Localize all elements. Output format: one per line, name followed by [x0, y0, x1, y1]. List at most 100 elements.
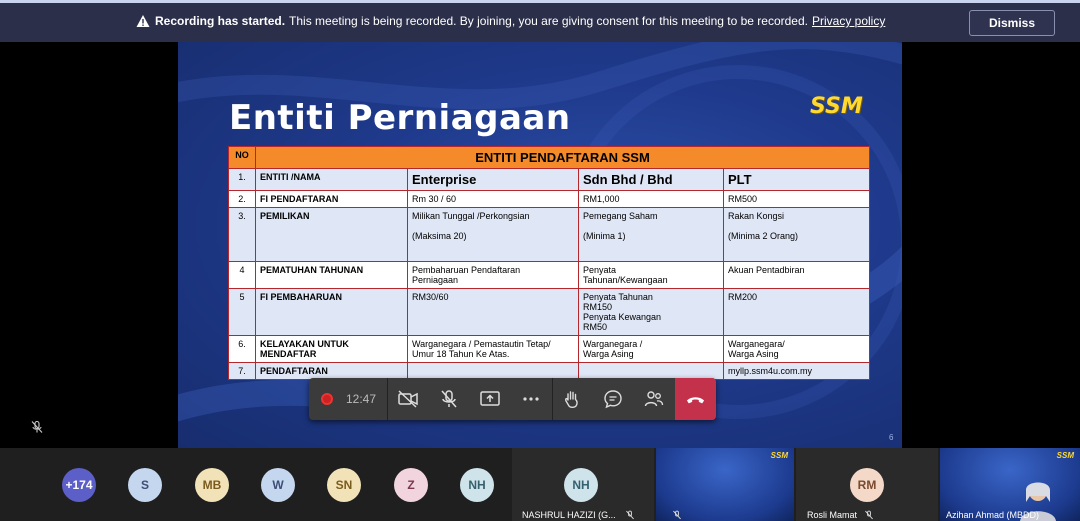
cell-line: Warganegara/	[728, 339, 785, 349]
ssm-logo: SSM	[770, 451, 788, 460]
table-cell: RM200	[722, 288, 871, 336]
row-label: FI PEMBAHARUAN	[255, 288, 408, 336]
participants-icon[interactable]	[643, 388, 665, 410]
row-label: ENTITI /NAMA	[255, 168, 408, 191]
participant-video-tile[interactable]: SSM	[656, 448, 794, 521]
recording-text: This meeting is being recorded. By joini…	[289, 14, 808, 28]
recording-title: Recording has started.	[155, 14, 286, 28]
row-no: 2.	[228, 190, 256, 208]
cell-line: Milikan Tunggal /Perkongsian	[412, 211, 530, 221]
table-row: 6. KELAYAKAN UNTUK MENDAFTAR Warganegara …	[228, 335, 871, 363]
header-title: ENTITI PENDAFTARAN SSM	[254, 146, 871, 169]
meeting-window: Recording has started. This meeting is b…	[0, 0, 1080, 521]
participant-avatar[interactable]: S	[128, 468, 162, 502]
cell-line: (Maksima 20)	[412, 231, 467, 241]
cell-line: Pemegang Saham	[583, 211, 658, 221]
divider	[387, 378, 388, 420]
table-cell: Akuan Pentadbiran	[722, 261, 871, 289]
cell-line: Rakan Kongsi	[728, 211, 785, 221]
share-screen-icon[interactable]	[479, 388, 501, 410]
column-sdn-bhd: Sdn Bhd / Bhd	[578, 168, 724, 191]
participant-avatar[interactable]: W	[261, 468, 295, 502]
table-row: 1. ENTITI /NAMA Enterprise Sdn Bhd / Bhd…	[228, 168, 871, 191]
cell-line: Penyata	[583, 265, 617, 275]
row-label: PENDAFTARAN	[255, 362, 408, 380]
ssm-logo: SSM	[1056, 451, 1074, 460]
participant-name: NASHRUL HAZIZI (G...	[522, 510, 616, 520]
participant-video-tile[interactable]: SSM Azihan Ahmad (MBDD)	[940, 448, 1080, 521]
camera-off-icon[interactable]	[397, 388, 419, 410]
table-cell: myllp.ssm4u.com.my	[722, 362, 871, 380]
participant-tile[interactable]: NH NASHRUL HAZIZI (G...	[512, 448, 654, 521]
divider	[552, 378, 553, 420]
table-cell	[407, 362, 579, 380]
row-label: PEMILIKAN	[255, 207, 408, 262]
dismiss-button[interactable]: Dismiss	[969, 10, 1055, 36]
row-no: 3.	[228, 207, 256, 262]
table-cell: Pembaharuan Pendaftaran Perniagaan	[407, 261, 579, 289]
cell-line: (Minima 2 Orang)	[728, 231, 799, 241]
header-no: NO	[228, 146, 256, 169]
row-no: 6.	[228, 335, 256, 363]
table-cell	[578, 362, 724, 380]
row-no: 5	[228, 288, 256, 336]
recording-message: Recording has started. This meeting is b…	[136, 14, 885, 28]
meeting-timer: 12:47	[346, 392, 377, 406]
table-cell: RM500	[722, 190, 871, 208]
recording-indicator-icon	[321, 393, 333, 405]
cell-line: (Minima 1)	[583, 231, 626, 241]
participant-avatar[interactable]: NH	[460, 468, 494, 502]
table-row: 7. PENDAFTARAN myllp.ssm4u.com.my	[228, 362, 871, 380]
cell-line: Warga Asing	[728, 349, 779, 359]
row-label: PEMATUHAN TAHUNAN	[255, 261, 408, 289]
cell-line: Penyata Tahunan	[583, 292, 653, 302]
table-cell: Warganegara/Warga Asing	[722, 335, 871, 363]
hang-up-icon	[686, 397, 705, 404]
mic-off-icon[interactable]	[438, 388, 460, 410]
participant-name: Azihan Ahmad (MBDD)	[946, 510, 1040, 520]
participant-tile[interactable]: RM Rosli Mamat	[796, 448, 938, 521]
table-row: 4 PEMATUHAN TAHUNAN Pembaharuan Pendafta…	[228, 261, 871, 289]
chat-icon[interactable]	[602, 388, 624, 410]
slide-page-number: 6	[889, 433, 894, 442]
overflow-participants-button[interactable]: +174	[62, 468, 96, 502]
ssm-entity-table: NO ENTITI PENDAFTARAN SSM 1. ENTITI /NAM…	[228, 146, 871, 380]
ssm-logo: SSM	[810, 94, 863, 119]
column-plt: PLT	[722, 168, 871, 191]
mic-muted-icon	[31, 420, 43, 433]
participant-avatar: RM	[850, 468, 884, 502]
slide-title: Entiti Perniagaan	[229, 98, 571, 138]
table-cell: Rakan Kongsi (Minima 2 Orang)	[722, 207, 871, 262]
participant-avatar[interactable]: Z	[394, 468, 428, 502]
cell-line: KELAYAKAN UNTUK	[260, 339, 349, 349]
mic-muted-icon	[626, 510, 634, 520]
participant-avatar[interactable]: SN	[327, 468, 361, 502]
cell-line: RM50	[583, 322, 608, 332]
participant-name: Rosli Mamat	[807, 510, 858, 520]
cell-line: RM150	[583, 302, 613, 312]
mic-muted-icon	[865, 510, 873, 520]
privacy-policy-link[interactable]: Privacy policy	[812, 14, 885, 28]
row-no: 4	[228, 261, 256, 289]
table-cell: Pemegang Saham (Minima 1)	[578, 207, 724, 262]
end-call-button[interactable]	[675, 378, 716, 420]
table-row: 3. PEMILIKAN Milikan Tunggal /Perkongsia…	[228, 207, 871, 262]
column-enterprise: Enterprise	[407, 168, 579, 191]
table-cell: Rm 30 / 60	[407, 190, 579, 208]
table-row: 2. FI PENDAFTARAN Rm 30 / 60 RM1,000 RM5…	[228, 190, 871, 208]
table-cell: RM1,000	[578, 190, 724, 208]
table-header-row: NO ENTITI PENDAFTARAN SSM	[228, 146, 871, 169]
table-row: 5 FI PEMBAHARUAN RM30/60 Penyata Tahunan…	[228, 288, 871, 336]
warning-icon	[136, 15, 150, 27]
meeting-control-bar: 12:47	[309, 378, 716, 420]
recording-banner: Recording has started. This meeting is b…	[0, 0, 1080, 42]
cell-line: Warganegara /	[583, 339, 643, 349]
participant-avatar[interactable]: MB	[195, 468, 229, 502]
raise-hand-icon[interactable]	[561, 388, 583, 410]
more-options-icon[interactable]	[520, 388, 542, 410]
row-label: KELAYAKAN UNTUK MENDAFTAR	[255, 335, 408, 363]
cell-line: Warganegara / Pemastautin Tetap/	[412, 339, 551, 349]
row-label: FI PENDAFTARAN	[255, 190, 408, 208]
table-cell: Penyata Tahunan/Kewangaan	[578, 261, 724, 289]
row-no: 7.	[228, 362, 256, 380]
